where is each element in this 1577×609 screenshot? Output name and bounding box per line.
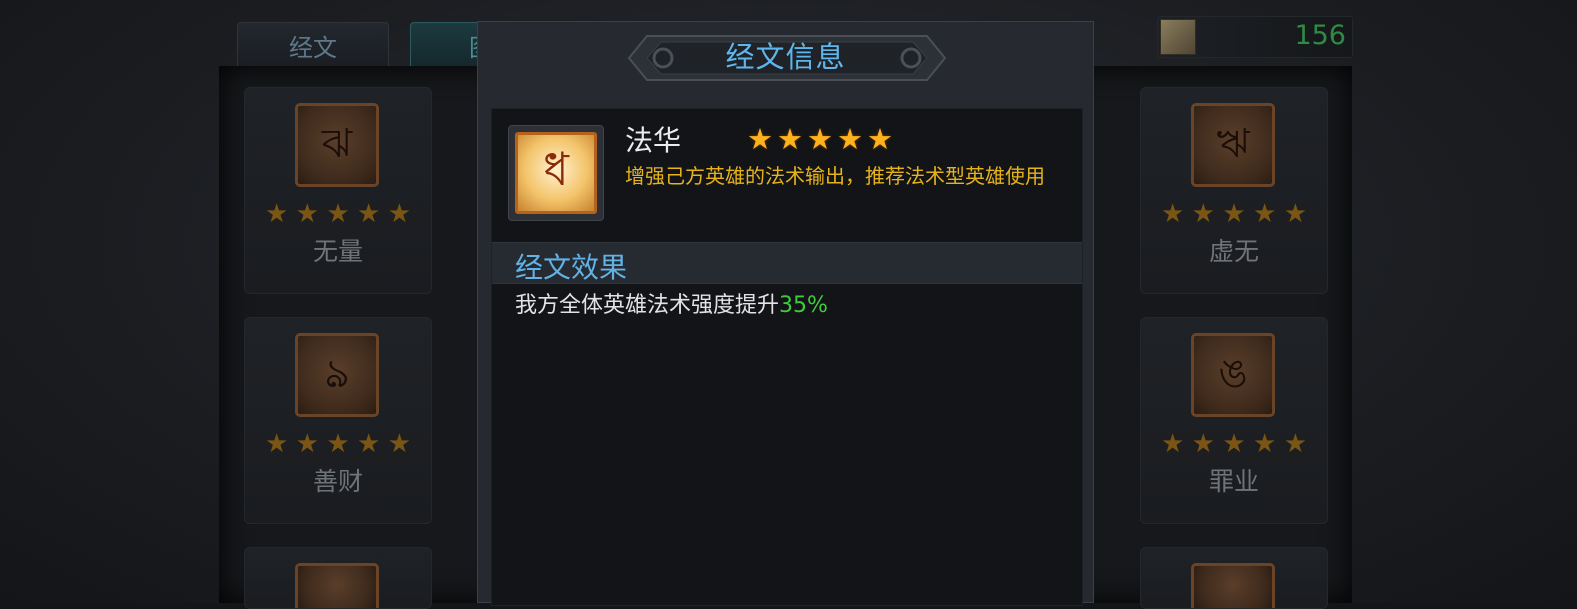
item-description: 增强己方英雄的法术输出，推荐法术型英雄使用 [625, 164, 1045, 188]
star-icon: ★ [807, 122, 833, 156]
star-icon: ★ [747, 122, 773, 156]
modal-title: 经文信息 [725, 40, 846, 74]
star-rating: ★ ★ ★ ★ ★ [265, 199, 411, 229]
scripture-card-xuwu[interactable]: ঋ ★ ★ ★ ★ ★ 虚无 [1140, 87, 1328, 294]
scripture-card-zuiye[interactable]: ঙ ★ ★ ★ ★ ★ 罪业 [1140, 317, 1328, 524]
star-icon: ★ [777, 122, 803, 156]
modal-content: ধ 法华 ★ ★ ★ ★ ★ 增强己方英雄的法术输出，推荐法术型英雄使用 经文效… [491, 108, 1083, 606]
scripture-card-wuliang[interactable]: ঝ ★ ★ ★ ★ ★ 无量 [244, 87, 432, 294]
scripture-card-name: 虚无 [1208, 237, 1259, 266]
star-rating: ★ ★ ★ ★ ★ [1161, 199, 1307, 229]
item-icon-frame: ধ [508, 125, 604, 221]
scripture-card-name: 善财 [312, 467, 363, 496]
scripture-rune-icon: ঋ [1191, 103, 1275, 187]
scripture-card-name: 无量 [312, 237, 363, 266]
effect-description: 我方全体英雄法术强度提升35% [515, 287, 828, 319]
scripture-rune-icon: ঙ [1191, 333, 1275, 417]
scroll-icon [1160, 19, 1196, 55]
effect-prefix: 我方全体英雄法术强度提升 [515, 293, 780, 318]
scripture-rune-icon [1191, 563, 1275, 608]
star-rating: ★ ★ ★ ★ ★ [265, 429, 411, 459]
effect-section-header: 经文效果 [492, 242, 1082, 284]
effect-title: 经文效果 [515, 251, 628, 284]
scripture-card-shancai[interactable]: ঌ ★ ★ ★ ★ ★ 善财 [244, 317, 432, 524]
item-name: 法华 [625, 124, 682, 157]
fahua-rune-icon: ধ [515, 132, 597, 214]
scripture-rune-icon [295, 563, 379, 608]
tab-scripture[interactable]: 经文 [237, 22, 389, 68]
currency-display: 156 [1157, 16, 1353, 58]
star-icon: ★ [867, 122, 893, 156]
scripture-card[interactable] [1140, 547, 1328, 609]
effect-value: 35% [779, 293, 828, 318]
game-screen: 经文 图 156 ঝ ★★★★★ 无量 ঌ ★★★★★ 善财 ঋ ★★★★★ 虚… [0, 0, 1577, 609]
currency-value: 156 [1294, 20, 1346, 51]
scripture-info-modal: 经文信息 ধ 法华 ★ ★ ★ ★ ★ 增强己方英雄的法术输出，推荐法术型英雄使… [477, 21, 1094, 606]
scripture-rune-icon: ঝ [295, 103, 379, 187]
item-star-rating: ★ ★ ★ ★ ★ [747, 123, 893, 155]
scripture-rune-icon: ঌ [295, 333, 379, 417]
scripture-card[interactable] [244, 547, 432, 609]
star-rating: ★ ★ ★ ★ ★ [1161, 429, 1307, 459]
scripture-card-name: 罪业 [1208, 467, 1259, 496]
star-icon: ★ [837, 122, 863, 156]
